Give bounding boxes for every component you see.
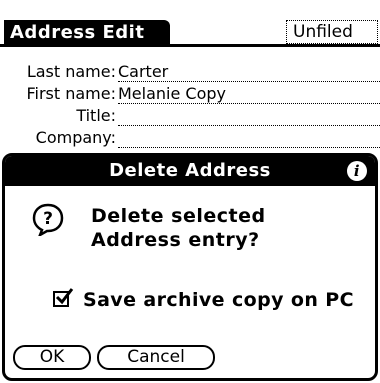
last-name-input[interactable]: Carter [118,61,380,82]
archive-checkbox[interactable] [53,288,74,307]
first-name-input[interactable]: Melanie Copy [118,83,380,104]
category-selector[interactable]: Unfiled [286,20,378,44]
app-title[interactable]: Address Edit [4,20,170,46]
dialog-title: Delete Address [109,160,271,181]
field-title: Title: [0,105,380,127]
title-input[interactable] [118,105,380,126]
message-line-1: Delete selected [91,205,266,227]
message-line-2: Address entry? [91,229,260,251]
field-first-name: First name: Melanie Copy [0,83,380,105]
svg-text:?: ? [43,209,53,229]
field-label: Title: [76,106,116,125]
field-label: First name: [26,84,116,103]
question-icon: ? [32,203,64,236]
delete-address-dialog: Delete Address i ? Delete selected Addre… [2,153,378,381]
checkmark-icon [55,288,74,305]
field-label: Last name: [26,62,116,81]
dialog-title-bar: Delete Address i [5,156,375,186]
cancel-button[interactable]: Cancel [97,345,215,370]
field-label: Company: [35,128,116,147]
ok-button[interactable]: OK [13,345,91,370]
archive-label: Save archive copy on PC [83,289,354,311]
field-last-name: Last name: Carter [0,61,380,83]
field-company: Company: [0,127,380,149]
dialog-message: Delete selected Address entry? [91,204,266,252]
title-rule [0,44,380,47]
info-icon[interactable]: i [347,161,367,181]
company-input[interactable] [118,127,380,148]
title-bar: Address Edit Unfiled [0,0,380,48]
